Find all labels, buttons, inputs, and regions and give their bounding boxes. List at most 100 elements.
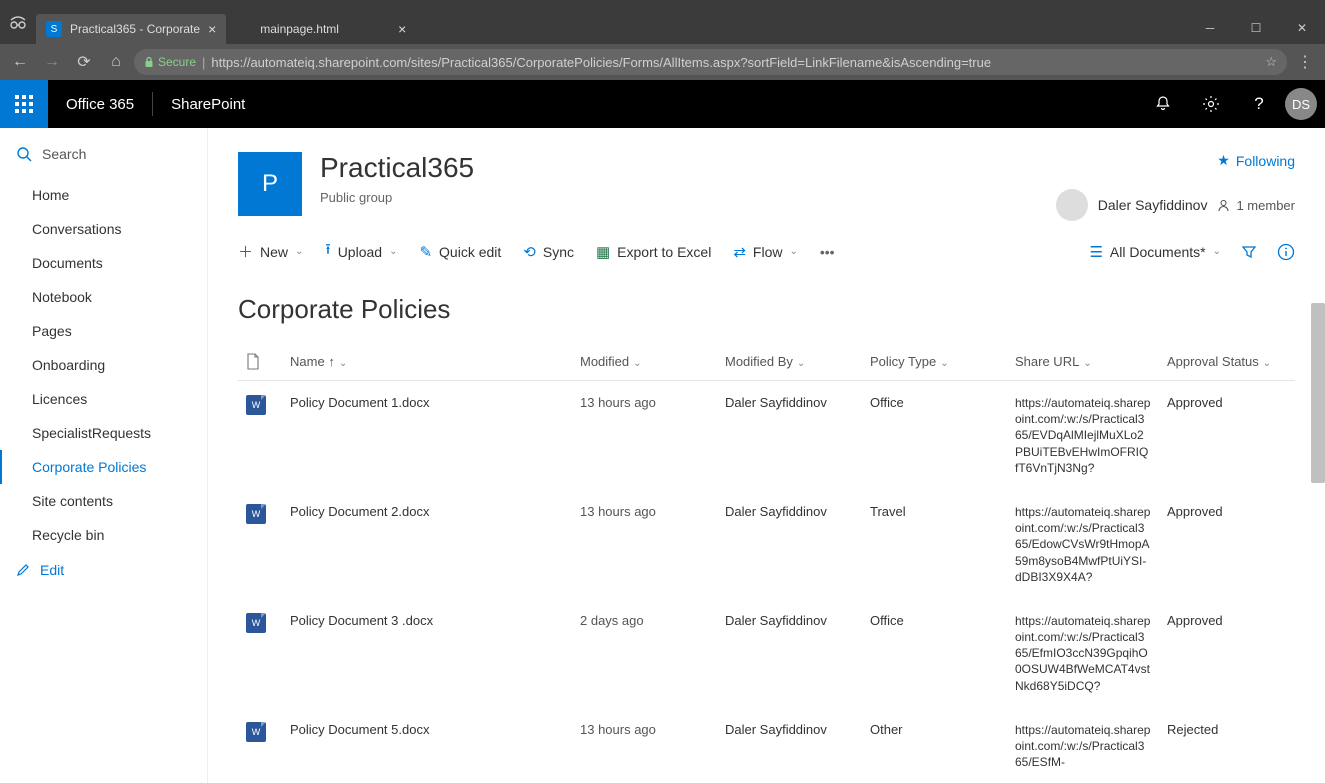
column-share-url[interactable]: Share URL⌄ [1007,343,1159,381]
quick-edit-button[interactable]: ✎Quick edit [419,243,501,261]
search-box[interactable]: Search [0,138,207,170]
word-file-icon: W [246,613,266,633]
cell-modified-by[interactable]: Daler Sayfiddinov [717,708,862,783]
app-launcher-button[interactable] [0,80,48,128]
back-button[interactable]: ← [6,48,34,76]
chevron-down-icon: ⌄ [940,358,948,369]
table-row[interactable]: W Policy Document 2.docx 13 hours ago Da… [238,490,1295,599]
person-icon [1217,199,1230,212]
pencil-icon: ✎ [419,243,432,261]
members-link[interactable]: 1 member [1217,198,1295,213]
maximize-button[interactable]: ☐ [1233,12,1279,44]
cell-modified-by[interactable]: Daler Sayfiddinov [717,381,862,490]
cell-share-url[interactable]: https://automateiq.sharepoint.com/:w:/s/… [1007,490,1159,599]
home-button[interactable]: ⌂ [102,48,130,76]
nav-item-conversations[interactable]: Conversations [0,212,207,246]
cell-modified: 13 hours ago [572,381,717,490]
column-approval-status[interactable]: Approval Status⌄ [1159,343,1295,381]
nav-item-notebook[interactable]: Notebook [0,280,207,314]
column-file-icon[interactable] [238,343,282,381]
word-file-icon: W [246,722,266,742]
site-subtitle: Public group [320,190,474,205]
owner-avatar[interactable] [1056,189,1088,221]
o365-label[interactable]: Office 365 [48,96,152,113]
column-name[interactable]: Name ↑⌄ [282,343,572,381]
nav-item-documents[interactable]: Documents [0,246,207,280]
cell-policy-type: Office [862,381,1007,490]
upload-button[interactable]: ⭱Upload⌄ [325,239,397,264]
cell-share-url[interactable]: https://automateiq.sharepoint.com/:w:/s/… [1007,599,1159,708]
cell-name[interactable]: Policy Document 2.docx [282,490,572,599]
table-row[interactable]: W Policy Document 3 .docx 2 days ago Dal… [238,599,1295,708]
cell-policy-type: Other [862,708,1007,783]
nav-item-pages[interactable]: Pages [0,314,207,348]
gear-icon [1202,95,1220,113]
forward-button[interactable]: → [38,48,66,76]
nav-item-corporate-policies[interactable]: Corporate Policies [0,450,207,484]
close-window-button[interactable]: ✕ [1279,12,1325,44]
scrollbar[interactable] [1311,303,1325,483]
nav-item-licences[interactable]: Licences [0,382,207,416]
cell-share-url[interactable]: https://automateiq.sharepoint.com/:w:/s/… [1007,708,1159,783]
notifications-button[interactable] [1141,80,1185,128]
follow-button[interactable]: ★ Following [1056,152,1295,169]
column-modified[interactable]: Modified⌄ [572,343,717,381]
column-policy-type[interactable]: Policy Type⌄ [862,343,1007,381]
word-file-icon: W [246,395,266,415]
cell-modified-by[interactable]: Daler Sayfiddinov [717,599,862,708]
cell-approval: Approved [1159,599,1295,708]
minimize-button[interactable]: ─ [1187,12,1233,44]
filter-button[interactable] [1241,244,1257,260]
nav-item-site-contents[interactable]: Site contents [0,484,207,518]
suite-bar: Office 365 SharePoint ? DS [0,80,1325,128]
sync-button[interactable]: ⟲Sync [523,243,574,261]
cell-name[interactable]: Policy Document 5.docx [282,708,572,783]
browser-menu-button[interactable]: ⋮ [1291,52,1319,72]
cell-share-url[interactable]: https://automateiq.sharepoint.com/:w:/s/… [1007,381,1159,490]
nav-item-home[interactable]: Home [0,178,207,212]
reload-button[interactable]: ⟳ [70,48,98,76]
cell-name[interactable]: Policy Document 3 .docx [282,599,572,708]
view-selector[interactable]: ☰All Documents*⌄ [1089,243,1221,261]
table-row[interactable]: W Policy Document 5.docx 13 hours ago Da… [238,708,1295,783]
new-button[interactable]: ＋New⌄ [238,241,303,262]
list-icon: ☰ [1089,243,1102,261]
bookmark-star-icon[interactable]: ☆ [1265,54,1277,70]
info-icon [1277,243,1295,261]
nav-item-onboarding[interactable]: Onboarding [0,348,207,382]
cell-modified-by[interactable]: Daler Sayfiddinov [717,490,862,599]
export-excel-button[interactable]: ▦Export to Excel [596,243,711,261]
search-icon [16,146,32,162]
browser-tab[interactable]: mainpage.html× [226,14,416,44]
url-field[interactable]: Secure | https://automateiq.sharepoint.c… [134,49,1287,75]
browser-tab[interactable]: SPractical365 - Corporate× [36,14,226,44]
window-controls: ─ ☐ ✕ [1187,12,1325,44]
info-button[interactable] [1277,243,1295,261]
app-name[interactable]: SharePoint [153,96,263,113]
help-button[interactable]: ? [1237,80,1281,128]
more-commands-button[interactable]: ••• [820,244,835,260]
waffle-icon [15,95,33,113]
flow-icon: ⇄ [733,243,746,261]
cell-policy-type: Travel [862,490,1007,599]
owner-name[interactable]: Daler Sayfiddinov [1098,197,1208,213]
column-modified-by[interactable]: Modified By⌄ [717,343,862,381]
table-row[interactable]: W Policy Document 1.docx 13 hours ago Da… [238,381,1295,490]
close-tab-icon[interactable]: × [208,21,216,37]
close-tab-icon[interactable]: × [398,21,406,37]
nav-item-recycle-bin[interactable]: Recycle bin [0,518,207,552]
site-header: P Practical365 Public group ★ Following … [238,152,1295,221]
user-avatar[interactable]: DS [1285,88,1317,120]
settings-button[interactable] [1189,80,1233,128]
plus-icon: ＋ [238,241,253,262]
edit-nav-link[interactable]: Edit [0,552,207,588]
site-logo[interactable]: P [238,152,302,216]
list-title: Corporate Policies [238,294,1295,325]
flow-button[interactable]: ⇄Flow⌄ [733,243,798,261]
nav-item-specialistrequests[interactable]: SpecialistRequests [0,416,207,450]
cell-modified: 13 hours ago [572,490,717,599]
site-title[interactable]: Practical365 [320,152,474,184]
address-bar: ← → ⟳ ⌂ Secure | https://automateiq.shar… [0,44,1325,80]
cell-name[interactable]: Policy Document 1.docx [282,381,572,490]
chevron-down-icon: ⌄ [1213,246,1221,257]
